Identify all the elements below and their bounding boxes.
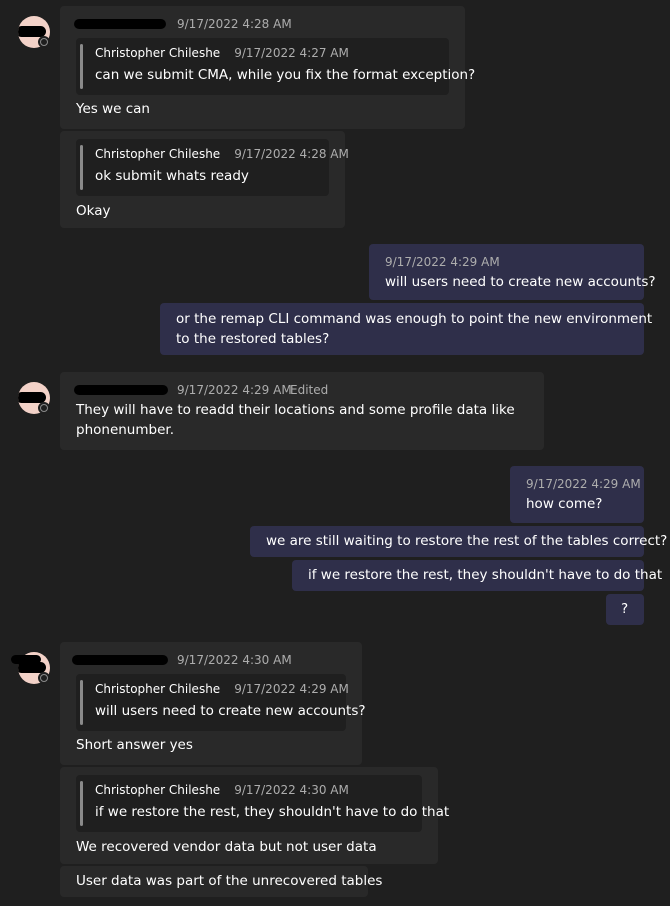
message-timestamp: 9/17/2022 4:30 AM bbox=[177, 653, 292, 667]
message-bubble-self[interactable]: 9/17/2022 4:29 AM will users need to cre… bbox=[369, 244, 656, 300]
message-text: We recovered vendor data but not user da… bbox=[76, 839, 377, 855]
quote-time: 9/17/2022 4:28 AM bbox=[234, 147, 349, 161]
message-text: we are still waiting to restore the rest… bbox=[266, 533, 668, 549]
message-timestamp: 9/17/2022 4:29 AM bbox=[385, 255, 500, 269]
quote-author: Christopher Chileshe bbox=[95, 147, 221, 161]
quote-time: 9/17/2022 4:30 AM bbox=[234, 783, 349, 797]
quote-text: ok submit whats ready bbox=[95, 168, 249, 184]
status-offline-icon bbox=[38, 672, 50, 684]
message-text: Okay bbox=[76, 203, 111, 219]
message-text: will users need to create new accounts? bbox=[385, 274, 656, 290]
message-text: Yes we can bbox=[76, 101, 150, 117]
quote-text: if we restore the rest, they shouldn't h… bbox=[95, 804, 450, 820]
quote-text: can we submit CMA, while you fix the for… bbox=[95, 67, 476, 83]
quote-author: Christopher Chileshe bbox=[95, 46, 221, 60]
message-bubble-self[interactable]: ? bbox=[606, 594, 644, 625]
redacted-sender-name bbox=[72, 655, 168, 665]
quoted-message[interactable]: Christopher Chileshe 9/17/2022 4:28 AM ok… bbox=[76, 139, 349, 196]
quote-time: 9/17/2022 4:27 AM bbox=[234, 46, 349, 60]
message-bubble-self[interactable]: 9/17/2022 4:29 AM how come? bbox=[510, 466, 644, 523]
quote-author: Christopher Chileshe bbox=[95, 783, 221, 797]
message-text: if we restore the rest, they shouldn't h… bbox=[308, 567, 663, 583]
message-bubble[interactable]: Christopher Chileshe 9/17/2022 4:28 AM ok… bbox=[60, 131, 349, 228]
message-bubble-self[interactable]: or the remap CLI command was enough to p… bbox=[160, 303, 652, 355]
message-timestamp: 9/17/2022 4:29 AM bbox=[526, 477, 641, 491]
quoted-message[interactable]: Christopher Chileshe 9/17/2022 4:27 AM ca… bbox=[76, 38, 475, 95]
message-text: ? bbox=[621, 601, 629, 617]
message-text: Short answer yes bbox=[76, 737, 193, 753]
message-text: how come? bbox=[526, 496, 603, 512]
quote-bar bbox=[80, 145, 83, 190]
message-text: or the remap CLI command was enough to p… bbox=[176, 311, 653, 327]
quoted-message[interactable]: Christopher Chileshe 9/17/2022 4:30 AM if… bbox=[76, 775, 449, 832]
quote-time: 9/17/2022 4:29 AM bbox=[234, 682, 349, 696]
quote-text: will users need to create new accounts? bbox=[95, 703, 366, 719]
message-bubble[interactable]: 9/17/2022 4:30 AM Christopher Chileshe 9/… bbox=[60, 642, 366, 765]
message-bubble[interactable]: 9/17/2022 4:28 AM Christopher Chileshe 9/… bbox=[60, 6, 475, 129]
message-bubble[interactable]: Christopher Chileshe 9/17/2022 4:30 AM if… bbox=[60, 767, 449, 864]
message-text: to the restored tables? bbox=[176, 331, 330, 347]
redacted-sender-name bbox=[74, 19, 166, 29]
message-text: phonenumber. bbox=[76, 422, 174, 438]
status-offline-icon bbox=[38, 402, 50, 414]
message-text: They will have to readd their locations … bbox=[76, 402, 515, 418]
message-timestamp: 9/17/2022 4:29 AM bbox=[177, 383, 292, 397]
message-text: User data was part of the unrecovered ta… bbox=[76, 873, 383, 889]
status-offline-icon bbox=[38, 36, 50, 48]
quoted-message[interactable]: Christopher Chileshe 9/17/2022 4:29 AM wi… bbox=[76, 674, 366, 731]
message-bubble-self[interactable]: if we restore the rest, they shouldn't h… bbox=[292, 560, 662, 591]
quote-author: Christopher Chileshe bbox=[95, 682, 221, 696]
message-bubble[interactable]: 9/17/2022 4:29 AM Edited They will have … bbox=[60, 372, 544, 450]
quote-bar bbox=[80, 781, 83, 826]
edited-label: Edited bbox=[290, 383, 329, 397]
message-bubble-self[interactable]: we are still waiting to restore the rest… bbox=[250, 526, 667, 557]
redaction-mark bbox=[11, 655, 41, 664]
quote-bar bbox=[80, 44, 83, 89]
message-timestamp: 9/17/2022 4:28 AM bbox=[177, 17, 292, 31]
quote-bar bbox=[80, 680, 83, 725]
redacted-sender-name bbox=[74, 385, 168, 395]
message-bubble[interactable]: User data was part of the unrecovered ta… bbox=[60, 866, 382, 897]
